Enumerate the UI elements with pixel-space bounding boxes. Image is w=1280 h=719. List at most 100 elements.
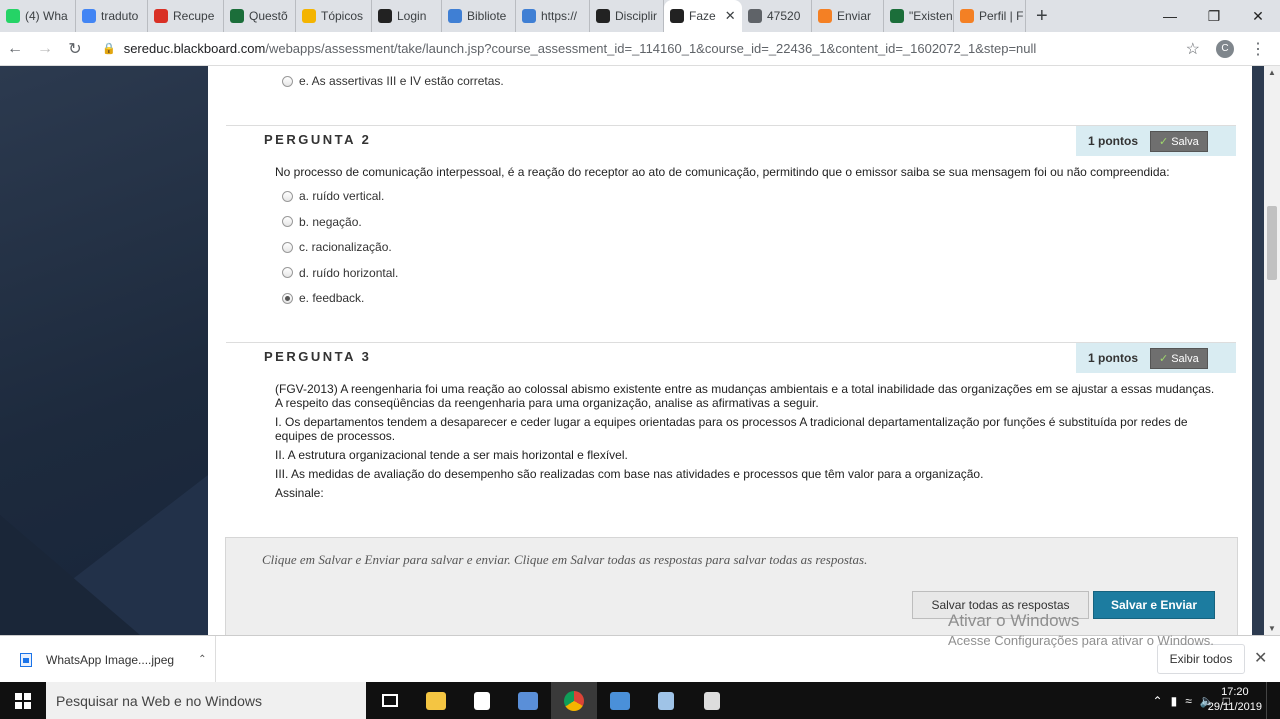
radio-button[interactable] (282, 190, 293, 202)
address-bar[interactable]: 🔒 sereduc.blackboard.com/webapps/assessm… (90, 36, 1186, 62)
tab-label: Perfil | F (979, 9, 1024, 23)
show-desktop-button[interactable] (1266, 682, 1280, 719)
option-label: d. ruído horizontal. (299, 265, 399, 280)
windows-taskbar: Pesquisar na Web e no Windows ⌃ ▮ ≈ 🔈 □ … (0, 682, 1280, 719)
battery-icon[interactable]: ▮ (1171, 694, 1178, 708)
windows-activation-watermark: Ativar o Windows Acesse Configurações pa… (948, 611, 1214, 648)
question-title: PERGUNTA 2 (264, 132, 372, 147)
blackboard-icon (670, 9, 684, 23)
maximize-icon[interactable]: ❐ (1192, 0, 1236, 32)
question-2-header: PERGUNTA 2 1 pontos ✓ Salva (226, 125, 1236, 157)
close-tab-icon[interactable]: ✕ (725, 8, 736, 24)
show-all-downloads-button[interactable]: Exibir todos (1157, 644, 1245, 674)
submission-hint: Clique em Salvar e Enviar para salvar e … (262, 552, 868, 567)
browser-tab[interactable]: Enviar (812, 0, 884, 32)
lock-icon: 🔒 (102, 43, 116, 55)
tab-label: Tópicos (321, 9, 364, 23)
file-explorer-icon[interactable] (413, 682, 459, 719)
answer-option[interactable]: c. racionalização. (282, 240, 392, 254)
menu-kebab-icon[interactable]: ⋮ (1250, 39, 1266, 59)
question-2-text: No processo de comunicação interpessoal,… (275, 165, 1170, 179)
browser-tab[interactable]: 47520 (742, 0, 812, 32)
radio-button[interactable] (282, 292, 293, 304)
app-window-icon[interactable] (597, 682, 643, 719)
chevron-up-icon[interactable]: ⌃ (198, 654, 206, 665)
question-3-header: PERGUNTA 3 1 pontos ✓ Salva (226, 342, 1236, 374)
browser-tab[interactable]: traduto (76, 0, 148, 32)
chevron-up-icon[interactable]: ⌃ (1153, 694, 1163, 708)
option-label: e. As assertivas III e IV estão corretas… (299, 74, 504, 88)
start-button[interactable] (0, 682, 46, 719)
scrollbar-thumb[interactable] (1267, 206, 1277, 280)
tab-label: Questõ (249, 9, 288, 23)
radio-button[interactable] (282, 75, 293, 87)
window-controls: — ❐ ✕ (1148, 0, 1280, 32)
blackboard-icon (596, 9, 610, 23)
saved-badge: ✓ Salva (1150, 130, 1208, 152)
tab-label: (4) Wha (25, 9, 68, 23)
browser-tab[interactable]: https:// (516, 0, 590, 32)
bookmark-star-icon[interactable]: ☆ (1186, 39, 1200, 59)
answer-option[interactable]: d. ruído horizontal. (282, 266, 398, 280)
browser-tab[interactable]: Questõ (224, 0, 296, 32)
tab-label: Bibliote (467, 9, 507, 23)
browser-toolbar: ← → ↻ 🔒 sereduc.blackboard.com/webapps/a… (0, 32, 1280, 66)
chrome-icon[interactable] (551, 682, 597, 719)
new-tab-icon[interactable]: + (1026, 0, 1058, 32)
prev-question-option-e[interactable]: e. As assertivas III e IV estão corretas… (282, 74, 504, 88)
answer-option[interactable]: e. feedback. (282, 291, 364, 305)
drive-icon (302, 9, 316, 23)
task-view-icon[interactable] (367, 682, 413, 719)
close-icon[interactable]: ✕ (1254, 648, 1267, 668)
close-window-icon[interactable]: ✕ (1236, 0, 1280, 32)
radio-button[interactable] (282, 267, 293, 278)
option-label: e. feedback. (299, 291, 365, 305)
tab-label: Recupe (173, 9, 215, 23)
download-item[interactable]: WhatsApp Image....jpeg ⌃ (0, 636, 216, 683)
tab-label: "Existen (909, 9, 953, 23)
minimize-icon[interactable]: — (1148, 0, 1192, 32)
calculator-icon[interactable] (689, 682, 735, 719)
browser-tab[interactable]: Disciplir (590, 0, 664, 32)
tab-label: traduto (101, 9, 139, 23)
assessment-content: e. As assertivas III e IV estão corretas… (208, 66, 1252, 635)
radio-button[interactable] (282, 216, 293, 227)
check-icon: ✓ (1159, 135, 1169, 148)
globe-icon (748, 9, 762, 23)
question-line: II. A estrutura organizacional tende a s… (275, 448, 628, 462)
page-viewport: e. As assertivas III e IV estão corretas… (0, 66, 1280, 635)
left-decorative-panel (0, 66, 208, 635)
browser-tab[interactable]: (4) Wha (0, 0, 76, 32)
scroll-up-icon[interactable]: ▲ (1264, 68, 1280, 77)
browser-tab[interactable]: Faze ✕ (664, 0, 742, 32)
wifi-icon[interactable]: ≈ (1185, 694, 1192, 708)
browser-tab[interactable]: "Existen (884, 0, 954, 32)
diamond-icon (522, 9, 536, 23)
blackboard-icon (378, 9, 392, 23)
tab-label: Disciplir (615, 9, 657, 23)
answer-option[interactable]: a. ruído vertical. (282, 189, 384, 203)
tab-label: Enviar (837, 9, 872, 23)
store-icon[interactable] (459, 682, 505, 719)
back-icon[interactable]: ← (0, 40, 30, 58)
page-scrollbar[interactable]: ▲ ▼ (1264, 66, 1280, 635)
points-panel: 1 pontos ✓ Salva (1076, 343, 1236, 373)
network-app-icon[interactable] (505, 682, 551, 719)
forward-icon[interactable]: → (30, 40, 60, 58)
reload-icon[interactable]: ↻ (60, 39, 90, 59)
browser-tab[interactable]: Recupe (148, 0, 224, 32)
profile-avatar[interactable]: C (1216, 39, 1234, 58)
taskbar-clock[interactable]: 17:20 29/11/2019 (1208, 685, 1262, 715)
browser-tab[interactable]: Login (372, 0, 442, 32)
browser-tab[interactable]: Perfil | F (954, 0, 1026, 32)
browser-tab[interactable]: Tópicos (296, 0, 372, 32)
browser-tab[interactable]: Bibliote (442, 0, 516, 32)
url-path: /webapps/assessment/take/launch.jsp?cour… (265, 41, 1037, 56)
taskbar-search-input[interactable]: Pesquisar na Web e no Windows (46, 682, 366, 719)
image-file-icon (20, 652, 32, 667)
answer-option[interactable]: b. negação. (282, 215, 362, 229)
notepad-icon[interactable] (643, 682, 689, 719)
radio-button[interactable] (282, 241, 293, 253)
question-line: I. Os departamentos tendem a desaparecer… (275, 415, 1188, 443)
scroll-down-icon[interactable]: ▼ (1264, 624, 1280, 633)
